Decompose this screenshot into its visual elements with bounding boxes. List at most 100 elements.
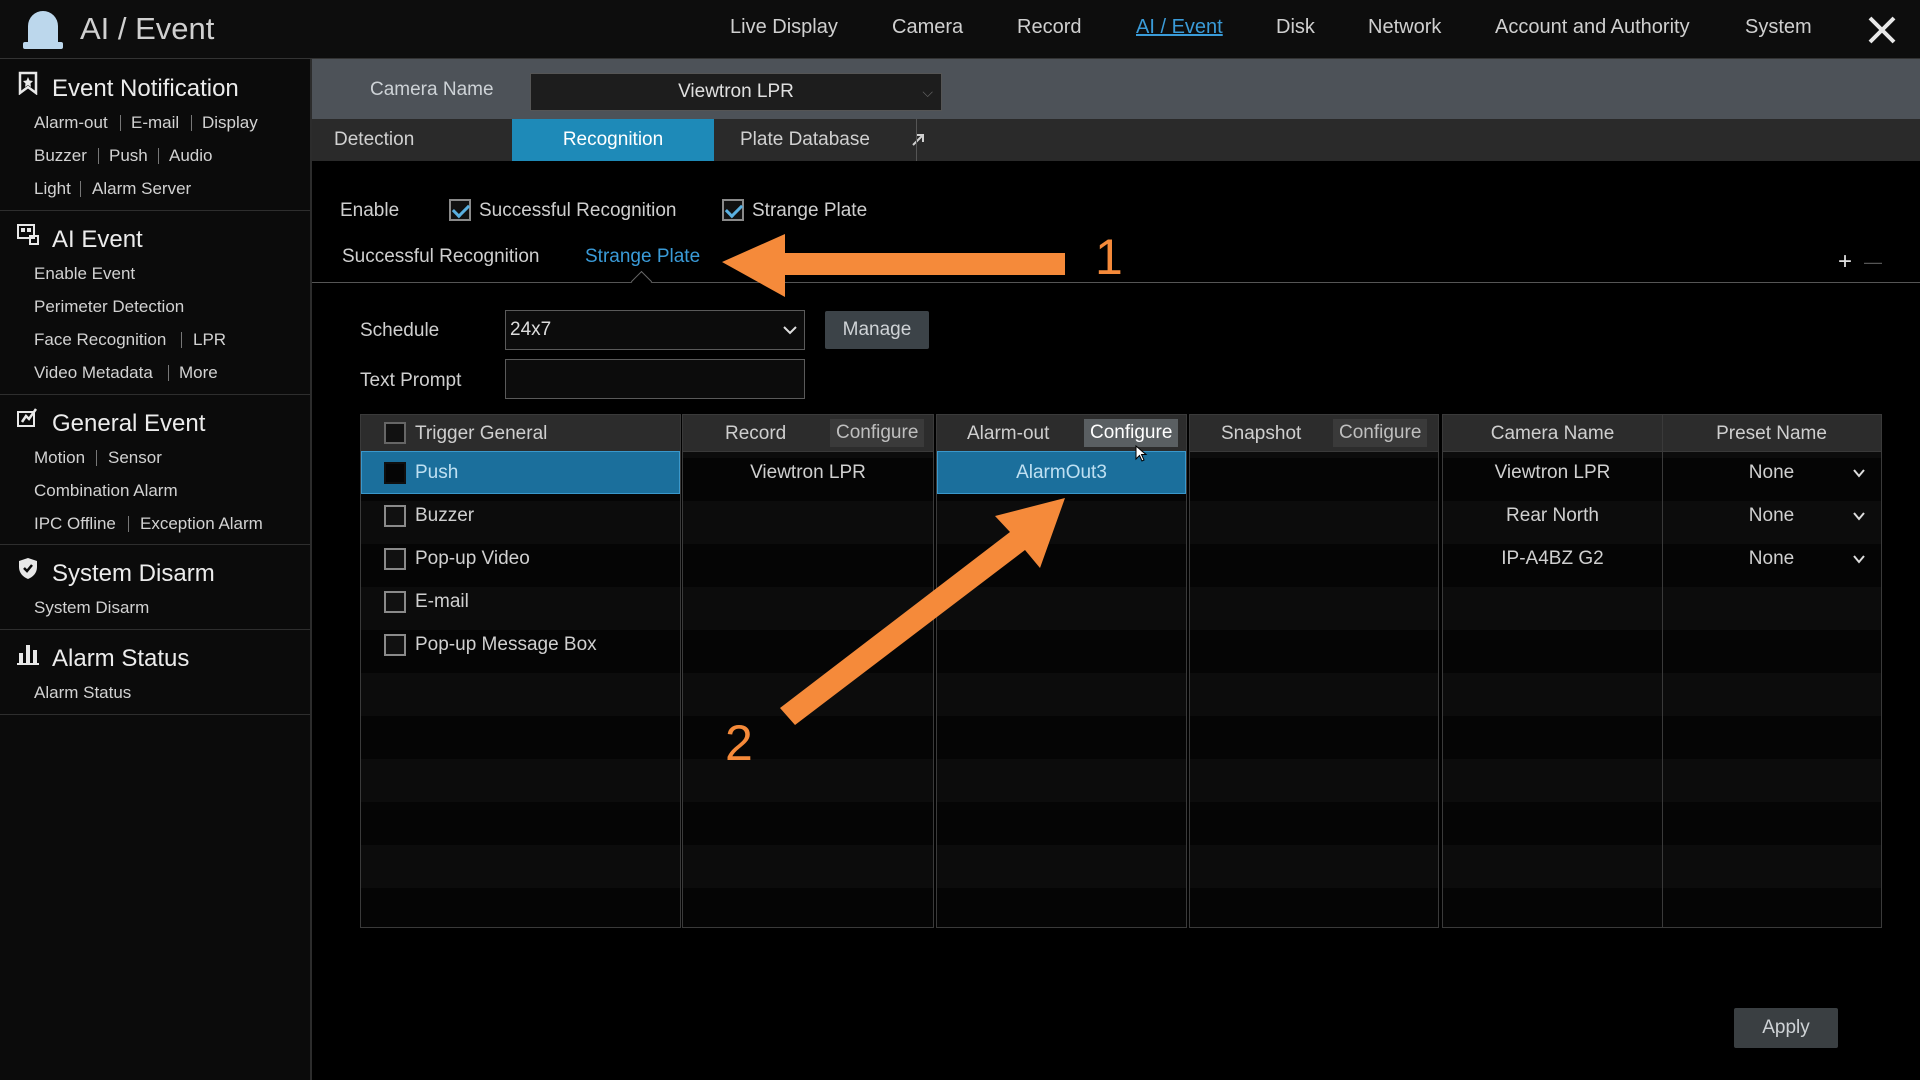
chevron-down-icon[interactable] (1851, 465, 1867, 481)
camera-select[interactable]: Viewtron LPR ⌵ (530, 73, 942, 111)
sidebar-item-more[interactable]: More (179, 363, 218, 383)
nav-system[interactable]: System (1745, 16, 1812, 39)
nav-ai-event[interactable]: AI / Event (1136, 16, 1223, 39)
sidebar-item-enable-event[interactable]: Enable Event (34, 264, 135, 284)
sidebar-item-alarm-out[interactable]: Alarm-out (34, 113, 108, 133)
separator (168, 365, 169, 381)
section-title: Alarm Status (52, 645, 190, 672)
section-title: Event Notification (52, 75, 239, 102)
section-title: AI Event (52, 226, 143, 253)
camera-name-label: Camera Name (370, 79, 494, 100)
sidebar-item-video-metadata[interactable]: Video Metadata (34, 363, 153, 383)
preset-panel: Camera Name Preset Name Viewtron LPR Non… (1442, 414, 1882, 928)
sidebar-item-sensor[interactable]: Sensor (108, 448, 162, 468)
trigger-general-checkbox[interactable] (384, 422, 406, 444)
camera-select-value: Viewtron LPR (678, 81, 794, 102)
sidebar-item-audio[interactable]: Audio (169, 146, 212, 166)
sidebar: Event Notification Alarm-out E-mail Disp… (0, 59, 312, 1080)
record-header: Record Configure (683, 415, 933, 452)
tab-plate-database[interactable]: Plate Database (740, 119, 924, 161)
trigger-general-header: Trigger General (361, 415, 680, 452)
successful-recognition-checkbox[interactable] (449, 199, 471, 221)
record-panel: Record Configure Viewtron LPR (682, 414, 934, 928)
alarm-bell-icon (23, 11, 63, 49)
separator (80, 181, 81, 197)
buzzer-checkbox[interactable] (384, 505, 406, 527)
nav-account-authority[interactable]: Account and Authority (1495, 16, 1690, 39)
sidebar-item-perimeter-detection[interactable]: Perimeter Detection (34, 297, 184, 317)
trigger-item-popup-message-box[interactable]: Pop-up Message Box (415, 634, 597, 656)
trigger-general-title: Trigger General (415, 423, 548, 444)
manage-button[interactable]: Manage (825, 311, 929, 349)
sidebar-item-combination-alarm[interactable]: Combination Alarm (34, 481, 178, 501)
preset-camera-name-title: Camera Name (1490, 423, 1615, 444)
subtab-successful-recognition[interactable]: Successful Recognition (342, 246, 540, 268)
sidebar-item-alarm-server[interactable]: Alarm Server (92, 179, 191, 199)
record-item: Viewtron LPR (750, 462, 866, 483)
popup-message-box-checkbox[interactable] (384, 634, 406, 656)
annotation-number-2: 2 (725, 715, 753, 771)
remove-button[interactable]: — (1864, 252, 1882, 273)
nav-camera[interactable]: Camera (892, 16, 963, 39)
record-title: Record (725, 423, 787, 444)
record-configure-button[interactable]: Configure (830, 419, 925, 447)
active-subtab-pointer (630, 270, 653, 293)
sidebar-item-display[interactable]: Display (202, 113, 258, 133)
top-bar: AI / Event Live Display Camera Record AI… (0, 0, 1920, 59)
close-icon[interactable] (1862, 10, 1902, 50)
tab-recognition[interactable]: Recognition (512, 119, 714, 161)
sidebar-item-buzzer[interactable]: Buzzer (34, 146, 87, 166)
sidebar-item-lpr[interactable]: LPR (193, 330, 226, 350)
alarm-out-item[interactable]: AlarmOut3 (937, 462, 1186, 484)
email-checkbox[interactable] (384, 591, 406, 613)
sidebar-section-event-notification: Event Notification Alarm-out E-mail Disp… (0, 59, 310, 211)
strange-plate-checkbox[interactable] (722, 199, 744, 221)
sidebar-item-ipc-offline[interactable]: IPC Offline (34, 514, 116, 534)
sidebar-item-motion[interactable]: Motion (34, 448, 85, 468)
alarm-out-panel: Alarm-out Configure AlarmOut3 (936, 414, 1187, 928)
chevron-down-icon[interactable] (1851, 551, 1867, 567)
chevron-down-icon[interactable] (1851, 508, 1867, 524)
add-button[interactable]: + (1838, 248, 1852, 276)
text-prompt-input[interactable] (505, 359, 805, 399)
sidebar-section-ai-event: AI Event Enable Event Perimeter Detectio… (0, 210, 310, 395)
preset-name-select[interactable]: None (1662, 505, 1881, 527)
separator (120, 115, 121, 131)
sidebar-item-face-recognition[interactable]: Face Recognition (34, 330, 166, 350)
subtab-strange-plate[interactable]: Strange Plate (585, 246, 700, 268)
sidebar-item-email[interactable]: E-mail (131, 113, 179, 133)
trigger-item-push[interactable]: Push (415, 462, 458, 484)
mouse-cursor-icon (1135, 445, 1148, 462)
separator (181, 332, 182, 348)
sidebar-section-general-event: General Event Motion Sensor Combination … (0, 394, 310, 545)
sidebar-section-alarm-status: Alarm Status Alarm Status (0, 629, 310, 715)
trigger-item-buzzer[interactable]: Buzzer (415, 505, 474, 527)
alarm-out-configure-button[interactable]: Configure (1084, 419, 1179, 447)
chevron-down-icon: ⌵ (922, 84, 933, 100)
push-checkbox[interactable] (384, 462, 406, 484)
sidebar-item-push[interactable]: Push (109, 146, 148, 166)
snapshot-configure-button[interactable]: Configure (1333, 419, 1428, 447)
nav-disk[interactable]: Disk (1276, 16, 1315, 39)
preset-name-select[interactable]: None (1662, 462, 1881, 484)
schedule-select[interactable]: 24x7 (505, 310, 805, 350)
sidebar-item-alarm-status[interactable]: Alarm Status (34, 683, 131, 703)
apply-button[interactable]: Apply (1734, 1008, 1838, 1048)
tab-divider (916, 119, 917, 161)
trigger-item-popup-video[interactable]: Pop-up Video (415, 548, 530, 570)
bar-chart-icon (17, 645, 39, 665)
trigger-item-email[interactable]: E-mail (415, 591, 469, 613)
sidebar-item-light[interactable]: Light (34, 179, 71, 199)
sidebar-item-exception-alarm[interactable]: Exception Alarm (140, 514, 263, 534)
nav-network[interactable]: Network (1368, 16, 1441, 39)
snapshot-panel: Snapshot Configure (1189, 414, 1439, 928)
alarm-out-title: Alarm-out (967, 423, 1050, 444)
sidebar-item-system-disarm[interactable]: System Disarm (34, 598, 149, 618)
tab-detection[interactable]: Detection (334, 119, 514, 161)
preset-camera-name: Viewtron LPR (1494, 462, 1611, 483)
preset-name-select[interactable]: None (1662, 548, 1881, 570)
popup-video-checkbox[interactable] (384, 548, 406, 570)
table-row-selected[interactable] (361, 451, 680, 494)
nav-record[interactable]: Record (1017, 16, 1081, 39)
nav-live-display[interactable]: Live Display (730, 16, 838, 39)
